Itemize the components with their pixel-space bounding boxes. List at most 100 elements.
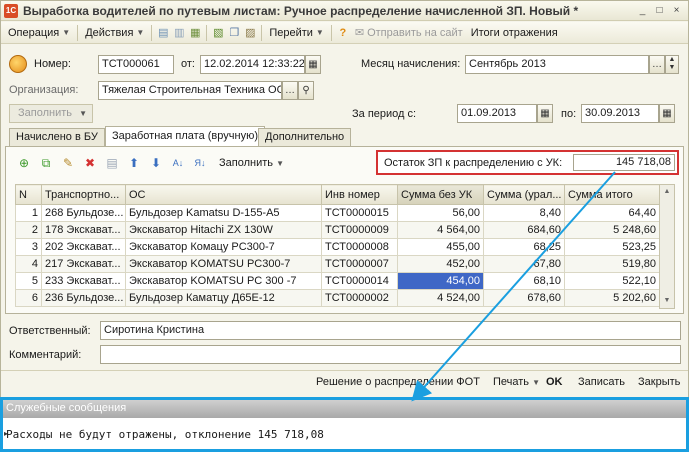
document-icon[interactable]: ▥ [171, 25, 187, 41]
tab-accrued-bu[interactable]: Начислено в БУ [9, 128, 105, 146]
cell-sum-no-uk[interactable]: 56,00 [397, 204, 484, 222]
col-header-sum-no-uk[interactable]: Сумма без УК [397, 184, 484, 205]
period-to-field[interactable]: 30.09.2013 [581, 104, 659, 123]
edit-row-icon[interactable]: ✎ [59, 154, 77, 172]
table-scrollbar[interactable]: ▲ ▼ [659, 184, 675, 309]
date-field[interactable]: 12.02.2014 12:33:22 [200, 55, 305, 74]
sort-asc-icon[interactable]: A↓ [169, 154, 187, 172]
cell-inv[interactable]: ТСТ0000009 [321, 221, 398, 239]
goto-menu[interactable]: Перейти ▼ [265, 23, 328, 43]
cell-sum-ural[interactable]: 684,60 [483, 221, 565, 239]
table-row[interactable]: 3 202 Экскават... Экскаватор Комацу PC30… [15, 238, 660, 256]
table-row[interactable]: 4 217 Экскават... Экскаватор KOMATSU PC3… [15, 255, 660, 273]
month-spin-button[interactable]: ▲ ▼ [665, 55, 679, 74]
cell-sum-no-uk-selected[interactable]: 454,00 [397, 272, 484, 290]
cell-n[interactable]: 1 [15, 204, 42, 222]
cell-os[interactable]: Бульдозер Kamatsu D-155-A5 [125, 204, 322, 222]
end-edit-icon[interactable]: ▤ [103, 154, 121, 172]
cell-n[interactable]: 2 [15, 221, 42, 239]
col-header-inv[interactable]: Инв номер [321, 184, 398, 205]
cell-transport[interactable]: 236 Бульдозе... [41, 289, 126, 307]
delete-row-icon[interactable]: ✖ [81, 154, 99, 172]
period-from-calendar-button[interactable]: ▦ [537, 104, 553, 123]
cell-transport[interactable]: 178 Экскават... [41, 221, 126, 239]
table-row[interactable]: 1 268 Бульдозе... Бульдозер Kamatsu D-15… [15, 204, 660, 222]
cell-sum-no-uk[interactable]: 452,00 [397, 255, 484, 273]
reflection-results-button[interactable]: Итоги отражения [467, 23, 562, 43]
cell-sum-ural[interactable]: 68,10 [483, 272, 565, 290]
cell-sum-total[interactable]: 64,40 [564, 204, 660, 222]
cell-os[interactable]: Экскаватор Hitachi ZX 130W [125, 221, 322, 239]
number-field[interactable]: ТСТ000061 [98, 55, 174, 74]
col-header-sum-total[interactable]: Сумма итого [564, 184, 660, 205]
responsible-field[interactable]: Сиротина Кристина [100, 321, 681, 340]
cell-sum-total[interactable]: 522,10 [564, 272, 660, 290]
operation-menu[interactable]: Операция ▼ [4, 23, 74, 43]
cell-sum-ural[interactable]: 678,60 [483, 289, 565, 307]
send-to-site-button[interactable]: ✉ Отправить на сайт [351, 23, 467, 43]
fill-button-disabled[interactable]: Заполнить ▼ [9, 104, 93, 123]
col-header-transport[interactable]: Транспортно... [41, 184, 126, 205]
ok-button[interactable]: OK [546, 376, 563, 388]
scroll-down-icon[interactable]: ▼ [660, 294, 674, 308]
cell-os[interactable]: Экскаватор KOMATSU PC300-7 [125, 255, 322, 273]
fot-decision-button[interactable]: Решение о распределении ФОТ [316, 376, 480, 388]
close-window-button[interactable]: × [669, 3, 684, 18]
cell-sum-no-uk[interactable]: 4 564,00 [397, 221, 484, 239]
table-icon[interactable]: ▦ [187, 25, 203, 41]
cell-transport[interactable]: 233 Экскават... [41, 272, 126, 290]
document-structure-icon[interactable]: ▧ [210, 25, 226, 41]
minimize-button[interactable]: _ [635, 3, 650, 18]
tab-additional[interactable]: Дополнительно [258, 128, 352, 146]
cell-n[interactable]: 6 [15, 289, 42, 307]
month-select-button[interactable]: … [649, 55, 665, 74]
print-menu[interactable]: Печать ▼ [493, 376, 540, 388]
tab-salary-manual[interactable]: Заработная плата (вручную) [105, 126, 265, 147]
cell-sum-total[interactable]: 523,25 [564, 238, 660, 256]
cell-sum-total[interactable]: 519,80 [564, 255, 660, 273]
maximize-button[interactable]: □ [652, 3, 667, 18]
cell-inv[interactable]: ТСТ0000015 [321, 204, 398, 222]
help-icon[interactable]: ? [335, 25, 351, 41]
add-row-icon[interactable]: ⊕ [15, 154, 33, 172]
table-row[interactable]: 5 233 Экскават... Экскаватор KOMATSU PC … [15, 272, 660, 290]
cell-n[interactable]: 4 [15, 255, 42, 273]
cell-os[interactable]: Экскаватор KOMATSU PC 300 -7 [125, 272, 322, 290]
calendar-button[interactable]: ▦ [305, 55, 321, 74]
copy-row-icon[interactable]: ⧉ [37, 154, 55, 172]
period-to-calendar-button[interactable]: ▦ [659, 104, 675, 123]
cell-n[interactable]: 3 [15, 238, 42, 256]
col-header-n[interactable]: N [15, 184, 42, 205]
col-header-sum-ural[interactable]: Сумма (урал... [483, 184, 565, 205]
cell-transport[interactable]: 217 Экскават... [41, 255, 126, 273]
cell-n[interactable]: 5 [15, 272, 42, 290]
organization-select-button[interactable]: … [282, 81, 298, 100]
sort-desc-icon[interactable]: Я↓ [191, 154, 209, 172]
month-field[interactable]: Сентябрь 2013 [465, 55, 649, 74]
cell-sum-total[interactable]: 5 202,60 [564, 289, 660, 307]
report-icon[interactable]: ▨ [242, 25, 258, 41]
period-from-field[interactable]: 01.09.2013 [457, 104, 537, 123]
cell-transport[interactable]: 268 Бульдозе... [41, 204, 126, 222]
cell-inv[interactable]: ТСТ0000002 [321, 289, 398, 307]
move-down-icon[interactable]: ⬇ [147, 154, 165, 172]
close-button[interactable]: Закрыть [638, 376, 680, 388]
organization-open-button[interactable]: ⚲ [298, 81, 314, 100]
cell-sum-total[interactable]: 5 248,60 [564, 221, 660, 239]
save-button[interactable]: Записать [578, 376, 625, 388]
cell-sum-ural[interactable]: 68,25 [483, 238, 565, 256]
comment-field[interactable] [100, 345, 681, 364]
post-document-icon[interactable]: ▤ [155, 25, 171, 41]
cell-os[interactable]: Бульдозер Каматцу Д65Е-12 [125, 289, 322, 307]
actions-menu[interactable]: Действия ▼ [81, 23, 148, 43]
copy-icon[interactable]: ❐ [226, 25, 242, 41]
scroll-up-icon[interactable]: ▲ [660, 185, 674, 199]
cell-os[interactable]: Экскаватор Комацу PC300-7 [125, 238, 322, 256]
cell-sum-ural[interactable]: 8,40 [483, 204, 565, 222]
cell-sum-no-uk[interactable]: 455,00 [397, 238, 484, 256]
grid-fill-menu[interactable]: Заполнить ▼ [219, 157, 284, 169]
organization-field[interactable]: Тяжелая Строительная Техника ОО [98, 81, 282, 100]
move-up-icon[interactable]: ⬆ [125, 154, 143, 172]
cell-inv[interactable]: ТСТ0000014 [321, 272, 398, 290]
cell-transport[interactable]: 202 Экскават... [41, 238, 126, 256]
